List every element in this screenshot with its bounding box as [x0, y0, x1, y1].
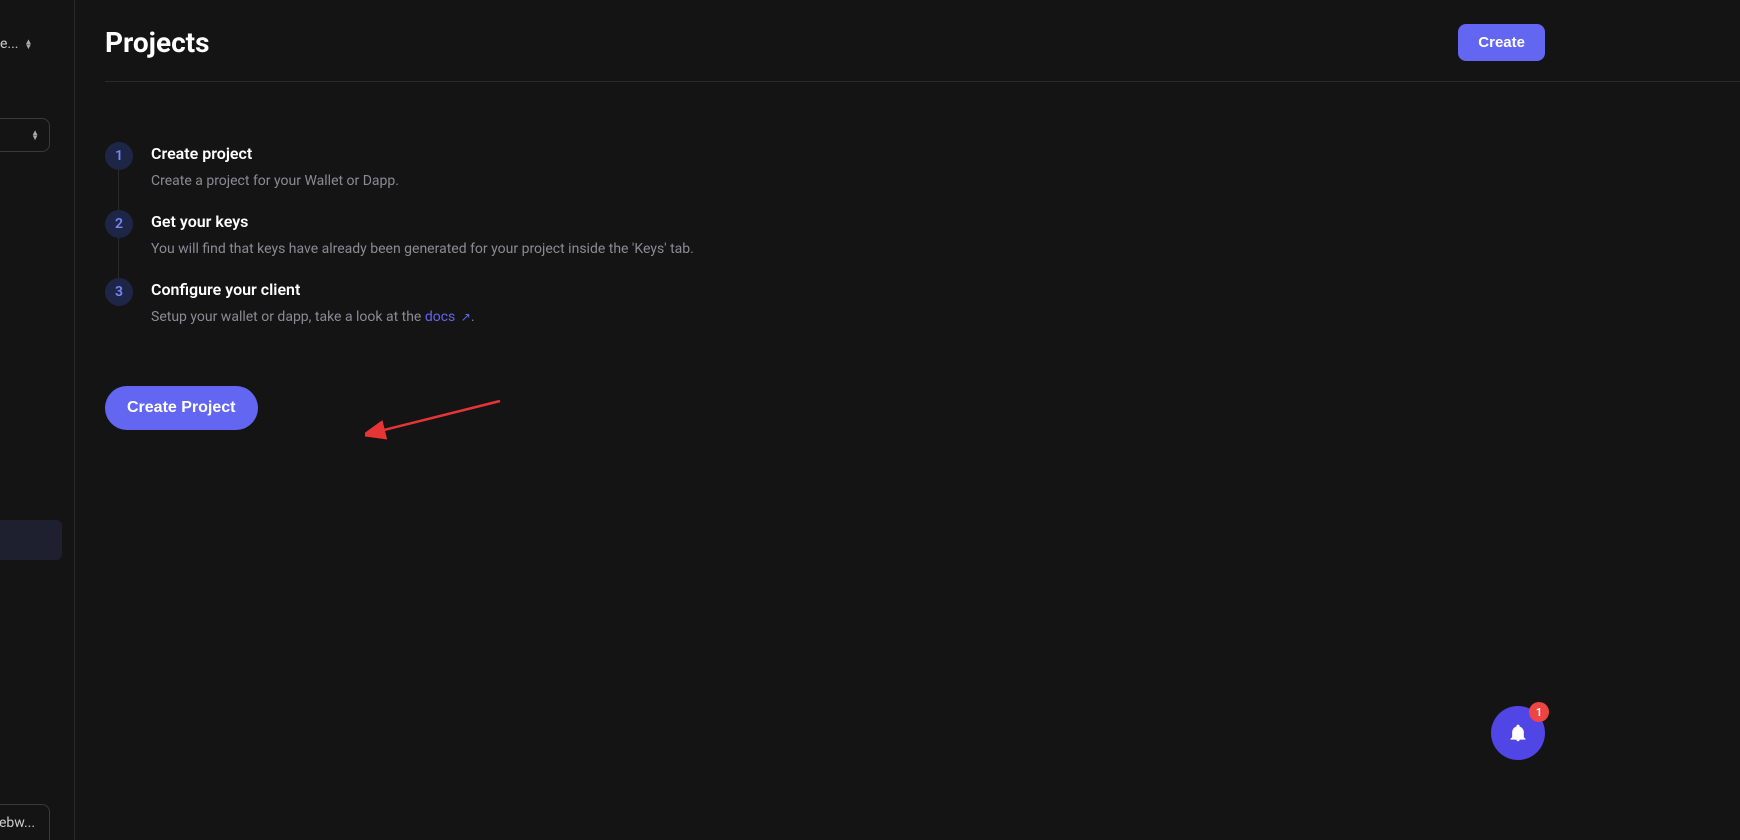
step-item: 3 Configure your client Setup your walle… — [105, 278, 1740, 328]
main-content: Projects Create 1 Create project Create … — [105, 0, 1740, 840]
steps-list: 1 Create project Create a project for yo… — [105, 82, 1740, 328]
notification-button[interactable]: 1 — [1491, 706, 1545, 760]
step-description: Create a project for your Wallet or Dapp… — [151, 171, 399, 192]
step-connector — [118, 170, 119, 215]
create-project-section: Create Project — [105, 346, 1740, 430]
sidebar-top-selector[interactable]: e... ▲▼ — [0, 30, 42, 58]
step-title: Create project — [151, 144, 399, 163]
step-description-prefix: Setup your wallet or dapp, take a look a… — [151, 309, 425, 325]
step-content: Create project Create a project for your… — [151, 142, 399, 192]
sidebar-mid-selector[interactable]: ▲▼ — [0, 118, 50, 152]
header: Projects Create — [105, 0, 1740, 82]
sidebar-top-label: e... — [0, 36, 19, 52]
step-content: Configure your client Setup your wallet … — [151, 278, 475, 328]
step-connector — [118, 238, 119, 283]
step-number-badge: 2 — [105, 210, 133, 238]
create-button[interactable]: Create — [1458, 24, 1545, 61]
step-title: Configure your client — [151, 280, 475, 299]
step-number-badge: 3 — [105, 278, 133, 306]
step-description: Setup your wallet or dapp, take a look a… — [151, 307, 475, 328]
notification-badge: 1 — [1529, 702, 1549, 722]
chevron-updown-icon: ▲▼ — [31, 130, 39, 140]
sidebar-active-item[interactable] — [0, 520, 62, 560]
step-number-badge: 1 — [105, 142, 133, 170]
step-item: 2 Get your keys You will find that keys … — [105, 210, 1740, 260]
step-content: Get your keys You will find that keys ha… — [151, 210, 694, 260]
step-title: Get your keys — [151, 212, 694, 231]
sidebar: e... ▲▼ ▲▼ ebw... — [0, 0, 75, 840]
bell-icon — [1508, 723, 1528, 743]
step-description: You will find that keys have already bee… — [151, 239, 694, 260]
step-item: 1 Create project Create a project for yo… — [105, 142, 1740, 192]
sidebar-bottom-selector[interactable]: ebw... — [0, 804, 50, 840]
step-description-suffix: . — [471, 309, 475, 325]
create-project-button[interactable]: Create Project — [105, 386, 258, 430]
external-link-icon: ↗ — [461, 310, 471, 324]
page-title: Projects — [105, 26, 210, 59]
chevron-updown-icon: ▲▼ — [25, 39, 33, 49]
sidebar-bottom-label: ebw... — [0, 815, 35, 831]
docs-link[interactable]: docs ↗ — [425, 309, 471, 325]
